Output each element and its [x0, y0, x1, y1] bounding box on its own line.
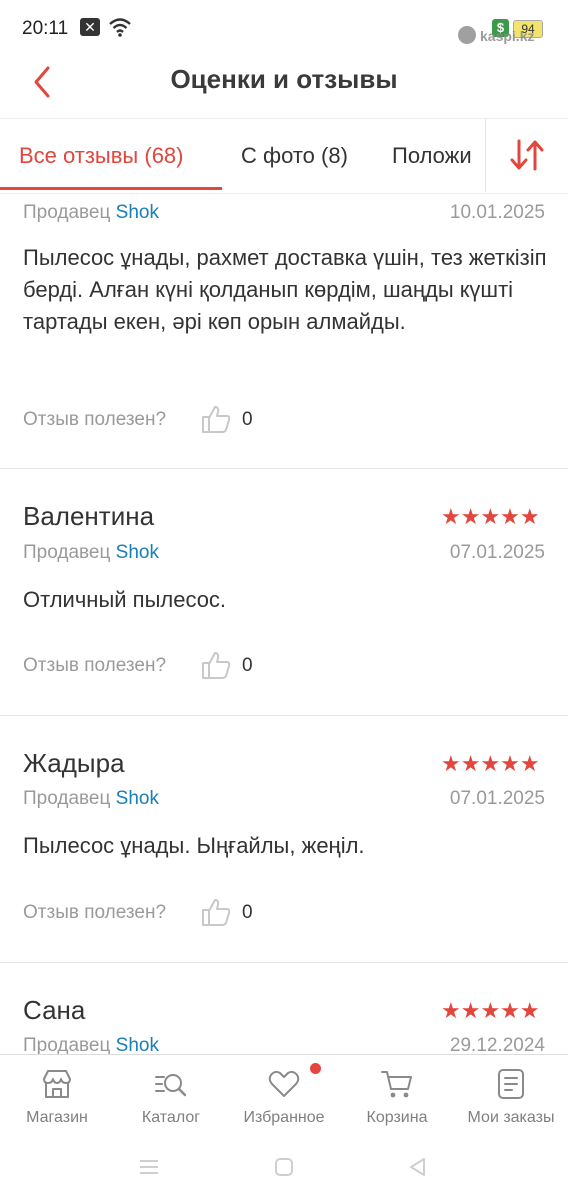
review-date: 10.01.2025 — [449, 202, 545, 223]
nav-label: Магазин — [26, 1109, 88, 1126]
review-date: 29.12.2024 — [449, 1035, 545, 1054]
review-seller: Продавец Shok — [23, 542, 159, 563]
nav-label: Каталог — [141, 1109, 201, 1126]
system-navigation-bar — [0, 1144, 568, 1200]
reviewer-name: Сана — [23, 995, 86, 1025]
active-tab-indicator — [0, 187, 222, 190]
thumbs-up-icon[interactable] — [200, 649, 232, 681]
bottom-navigation: Магазин Каталог Избранное Корзина Мои за… — [0, 1054, 568, 1145]
like-count: 0 — [242, 902, 253, 923]
rating-stars: ★★★★★ — [441, 998, 540, 1023]
nav-label: Избранное — [243, 1109, 325, 1126]
review-date: 07.01.2025 — [449, 788, 545, 809]
cart-icon — [381, 1071, 412, 1098]
helpful-label: Отзыв полезен? — [23, 902, 167, 923]
seller-link[interactable]: Shok — [116, 788, 159, 809]
watermark-text: kaspi.kz — [480, 28, 535, 44]
like-count: 0 — [242, 655, 253, 676]
review-tabs: Все отзывы (68) С фото (8) Положи — [0, 118, 568, 194]
favorites-badge — [310, 1063, 321, 1074]
review-card: Жадыра ★★★★★ Продавец Shok 07.01.2025 Пы… — [0, 716, 568, 963]
wifi-icon — [109, 18, 131, 37]
heart-icon — [268, 1070, 300, 1097]
review-text: Отличный пылесос. — [23, 587, 227, 612]
notification-icon: ✕ — [80, 18, 100, 36]
review-date: 07.01.2025 — [449, 542, 545, 563]
tab-positive[interactable]: Положи — [392, 143, 484, 169]
divider — [485, 119, 486, 192]
like-count: 0 — [242, 409, 253, 430]
nav-favorites[interactable]: Избранное — [228, 1055, 340, 1145]
nav-cart[interactable]: Корзина — [340, 1055, 454, 1145]
orders-icon — [498, 1069, 524, 1099]
nav-store[interactable]: Магазин — [0, 1055, 114, 1145]
reviewer-name: Валентина — [23, 501, 155, 531]
home-icon[interactable] — [273, 1156, 295, 1178]
rating-stars: ★★★★★ — [441, 504, 540, 529]
nav-label: Корзина — [366, 1109, 428, 1126]
review-card: Продавец Shok 10.01.2025 Пылесос ұнады, … — [0, 192, 568, 469]
nav-my-orders[interactable]: Мои заказы — [454, 1055, 568, 1145]
reviewer-name: Жадыра — [23, 748, 125, 778]
helpful-label: Отзыв полезен? — [23, 655, 167, 676]
rating-stars: ★★★★★ — [441, 751, 540, 776]
review-seller: Продавец Shok — [23, 202, 159, 223]
sort-arrows-icon[interactable] — [500, 135, 554, 175]
seller-link[interactable]: Shok — [116, 202, 159, 223]
review-seller: Продавец Shok — [23, 788, 159, 809]
review-text: Пылесос ұнады. Ыңғайлы, жеңіл. — [23, 833, 365, 858]
back-triangle-icon[interactable] — [406, 1156, 428, 1178]
menu-icon[interactable] — [138, 1156, 160, 1178]
review-card: Сана ★★★★★ Продавец Shok 29.12.2024 — [0, 963, 568, 1054]
nav-catalog[interactable]: Каталог — [114, 1055, 228, 1145]
nav-label: Мои заказы — [467, 1109, 555, 1126]
seller-link[interactable]: Shok — [116, 1035, 159, 1054]
thumbs-up-icon[interactable] — [200, 896, 232, 928]
catalog-search-icon — [155, 1074, 187, 1097]
store-icon — [43, 1070, 71, 1098]
helpful-label: Отзыв полезен? — [23, 409, 167, 430]
thumbs-up-icon[interactable] — [200, 403, 232, 435]
tab-all-reviews[interactable]: Все отзывы (68) — [19, 143, 183, 169]
kaspi-logo-icon — [458, 26, 476, 44]
review-card: Валентина ★★★★★ Продавец Shok 07.01.2025… — [0, 469, 568, 716]
tab-with-photo[interactable]: С фото (8) — [241, 143, 348, 169]
review-text: Пылесос ұнады, рахмет доставка үшін, тез… — [23, 245, 547, 334]
status-bar: 20:11 ✕ $ 94 kaspi.kz — [0, 0, 568, 56]
review-seller: Продавец Shok — [23, 1035, 159, 1054]
seller-link[interactable]: Shok — [116, 542, 159, 563]
page-title: Оценки и отзывы — [170, 64, 398, 94]
status-time: 20:11 — [22, 18, 69, 39]
